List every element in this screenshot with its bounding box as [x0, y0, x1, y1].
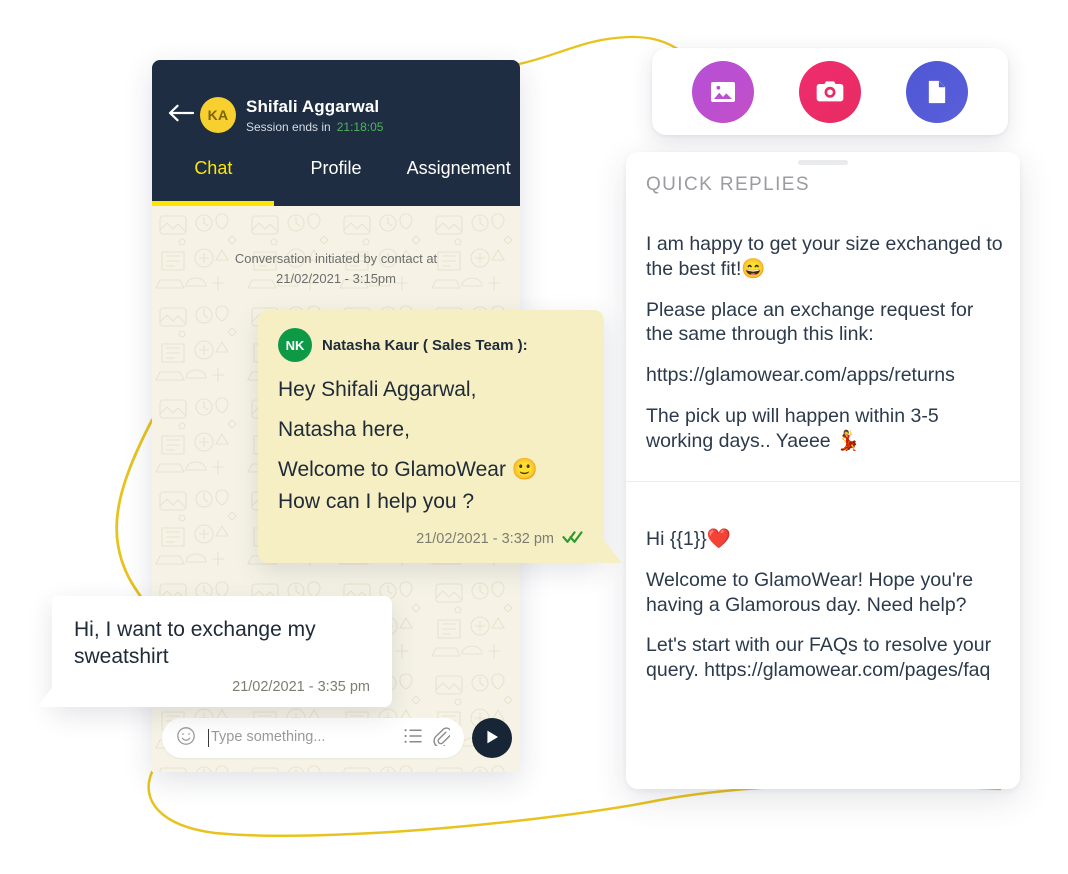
quick-reply-line: Welcome to GlamoWear! Hope you're having…: [646, 568, 974, 616]
message-line: Hi, I want to exchange my sweatshirt: [74, 618, 316, 669]
outgoing-message-bubble: NK Natasha Kaur ( Sales Team ): Hey Shif…: [258, 310, 622, 563]
message-composer: Type something...: [152, 704, 520, 772]
conversation-start-note: Conversation initiated by contact at 21/…: [152, 249, 520, 289]
double-check-icon: [562, 530, 584, 549]
quick-reply-line: Please place an exchange request for the…: [646, 298, 974, 346]
message-timestamp: 21/02/2021 - 3:32 pm: [416, 531, 554, 548]
quick-reply-item[interactable]: I am happy to get your size exchanged to…: [646, 232, 1004, 453]
message-line: Natasha here,: [278, 417, 410, 441]
document-icon: [923, 78, 951, 106]
quick-replies-divider: [626, 481, 1020, 482]
panel-drag-handle[interactable]: [798, 160, 848, 165]
session-status: Session ends in 21:18:05: [246, 120, 383, 134]
back-arrow-icon[interactable]: [168, 104, 195, 122]
quick-reply-line: Hi {{1}}❤️: [646, 528, 732, 550]
camera-attachment-button[interactable]: [798, 60, 861, 123]
tab-assignement[interactable]: Assignement: [397, 154, 520, 179]
attachment-options-card: [652, 48, 1008, 135]
sender-name: Natasha Kaur ( Sales Team ):: [322, 336, 528, 354]
tab-profile[interactable]: Profile: [275, 154, 398, 179]
quick-reply-line: The pick up will happen within 3-5 worki…: [646, 404, 939, 452]
message-line: Welcome to GlamoWear 🙂: [278, 457, 538, 481]
send-button[interactable]: [472, 718, 512, 758]
quick-reply-link: https://glamowear.com/apps/returns: [646, 364, 955, 386]
emoji-smiley-icon[interactable]: [176, 726, 196, 751]
sender-avatar: NK: [278, 328, 312, 362]
paperclip-icon[interactable]: [432, 726, 452, 751]
chat-tabs: Chat Profile Assignement: [152, 146, 520, 206]
note-line-1: Conversation initiated by contact at: [234, 251, 438, 266]
quick-replies-title: QUICK REPLIES: [646, 174, 810, 195]
image-icon: [708, 77, 738, 107]
quick-reply-item[interactable]: Hi {{1}}❤️ Welcome to GlamoWear! Hope yo…: [646, 527, 1004, 683]
quick-reply-line: Let's start with our FAQs to resolve you…: [646, 634, 992, 681]
message-line: How can I help you ?: [278, 489, 475, 513]
message-line: Hey Shifali Aggarwal,: [278, 378, 477, 401]
screenshot-root: QUICK REPLIES I am happy to get your siz…: [0, 0, 1068, 874]
document-attachment-button[interactable]: [905, 60, 968, 123]
composer-field[interactable]: Type something...: [162, 718, 464, 758]
quick-reply-line: I am happy to get your size exchanged to…: [646, 233, 1003, 280]
message-timestamp: 21/02/2021 - 3:35 pm: [232, 678, 370, 695]
avatar: KA: [200, 97, 236, 133]
camera-icon: [814, 76, 846, 108]
send-icon: [484, 729, 500, 748]
session-label: Session ends in: [246, 120, 331, 134]
tab-chat[interactable]: Chat: [152, 154, 275, 179]
note-line-2: 21/02/2021 - 3:15pm: [276, 271, 396, 287]
chat-header: KA Shifali Aggarwal Session ends in 21:18…: [152, 60, 520, 146]
image-attachment-button[interactable]: [692, 60, 755, 123]
message-meta: 21/02/2021 - 3:35 pm: [74, 679, 370, 695]
quick-replies-list-icon[interactable]: [404, 728, 422, 749]
message-meta: 21/02/2021 - 3:32 pm: [278, 530, 584, 549]
incoming-message-bubble: Hi, I want to exchange my sweatshirt 21/…: [38, 596, 392, 707]
contact-name: Shifali Aggarwal: [246, 97, 380, 116]
quick-replies-panel: QUICK REPLIES I am happy to get your siz…: [626, 152, 1020, 789]
session-timer: 21:18:05: [336, 120, 384, 134]
message-sender: NK Natasha Kaur ( Sales Team ):: [278, 328, 584, 362]
message-input[interactable]: Type something...: [208, 729, 394, 747]
